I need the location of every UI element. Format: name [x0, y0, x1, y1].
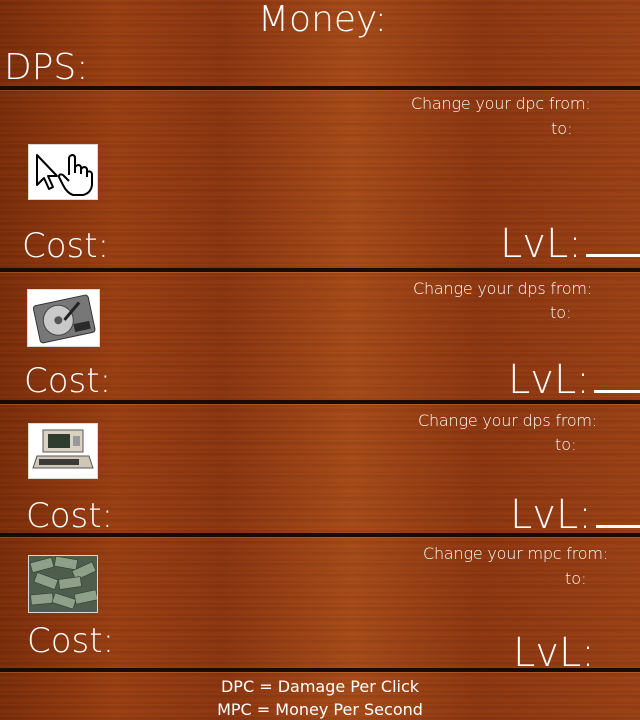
upgrade-level-label: LvL:: [508, 360, 640, 400]
legend-dpc: DPC = Damage Per Click: [220, 677, 420, 696]
upgrade-level-label: LvL:: [513, 630, 595, 676]
retro-computer-icon[interactable]: [29, 424, 97, 478]
upgrade-to-text: to:: [555, 435, 577, 454]
upgrade-change-text: Change your mpc from:: [423, 544, 608, 563]
upgrade-cost-label: Cost:: [26, 496, 114, 536]
money-pile-icon[interactable]: [29, 556, 97, 612]
hard-drive-icon[interactable]: [28, 290, 99, 346]
upgrade-cost-label: Cost:: [22, 226, 110, 266]
upgrade-to-text: to:: [565, 569, 587, 588]
upgrade-cost-label: Cost:: [24, 361, 112, 401]
upgrade-to-text: to:: [551, 119, 573, 138]
plank-divider: [0, 268, 640, 272]
upgrade-change-text: Change your dps from:: [418, 411, 598, 430]
plank-divider: [0, 86, 640, 90]
legend-mpc: MPC = Money Per Second: [217, 700, 423, 719]
cursor-hand-icon[interactable]: [29, 145, 97, 199]
upgrade-change-text: Change your dpc from:: [411, 94, 591, 113]
upgrade-level-label: LvL:: [510, 495, 640, 535]
upgrade-level-label: LvL:: [500, 224, 640, 264]
money-label: Money:: [258, 0, 387, 40]
upgrade-to-text: to:: [550, 303, 572, 322]
upgrade-cost-label: Cost:: [27, 621, 115, 661]
upgrade-change-text: Change your dps from:: [413, 279, 593, 298]
dps-label: DPS:: [4, 47, 89, 88]
